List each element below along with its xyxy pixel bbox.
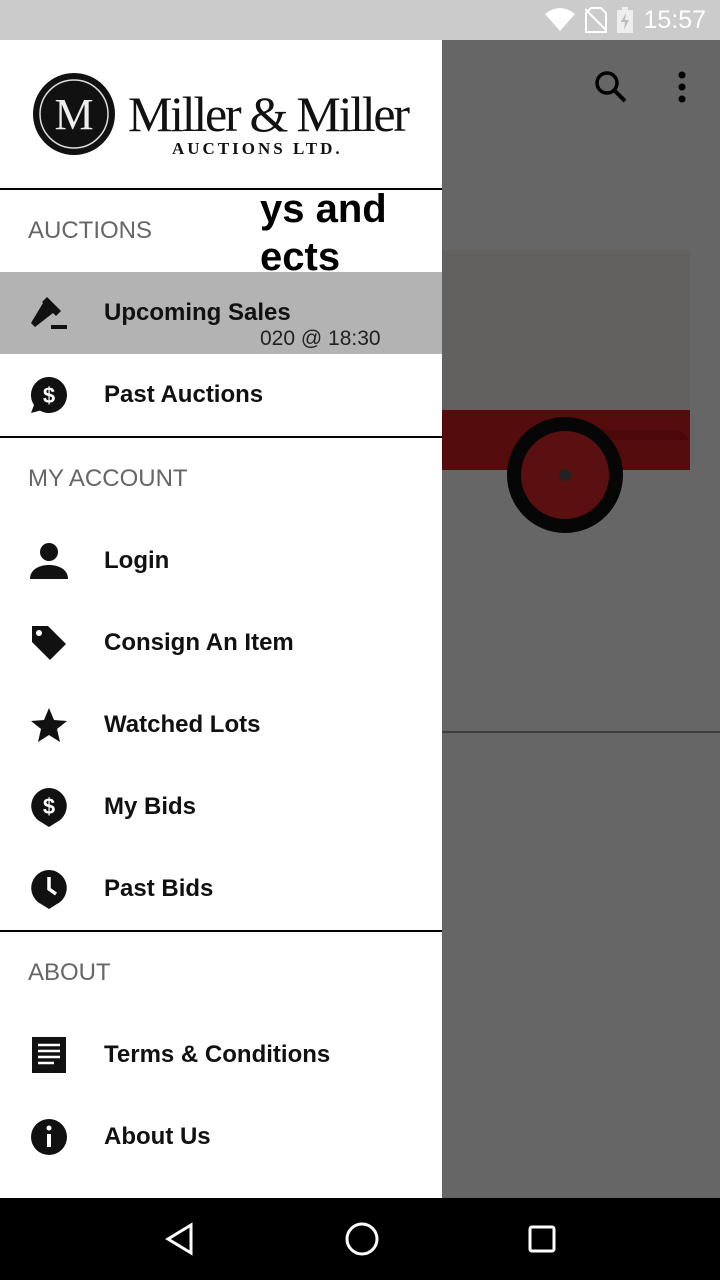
section-header: MY ACCOUNT	[28, 465, 188, 492]
menu-item-label: Login	[104, 547, 170, 574]
info-icon	[28, 1116, 70, 1158]
star-icon	[28, 704, 70, 746]
wifi-icon	[545, 8, 576, 31]
menu-item-watched-lots[interactable]: Watched Lots	[0, 684, 442, 766]
menu-item-past-auctions[interactable]: $ Past Auctions	[0, 354, 442, 436]
menu-item-label: Terms & Conditions	[104, 1041, 331, 1068]
svg-text:Miller & Miller: Miller & Miller	[128, 86, 410, 142]
search-icon[interactable]	[594, 70, 628, 104]
recents-icon[interactable]	[527, 1224, 557, 1254]
clock-pin-icon	[28, 868, 70, 910]
system-navigation-bar	[0, 1198, 720, 1280]
document-icon	[28, 1034, 70, 1076]
tag-icon	[28, 622, 70, 664]
menu-item-login[interactable]: Login	[0, 520, 442, 602]
logo: M Miller & Miller AUCTIONS LTD.	[0, 40, 442, 190]
svg-text:$: $	[43, 794, 55, 819]
menu-item-terms[interactable]: Terms & Conditions	[0, 1014, 442, 1096]
dollar-bubble-icon: $	[28, 374, 70, 416]
menu-item-consign[interactable]: Consign An Item	[0, 602, 442, 684]
svg-text:M: M	[54, 90, 93, 139]
menu-item-about-us[interactable]: About Us	[0, 1096, 442, 1178]
person-icon	[28, 540, 70, 582]
svg-text:$: $	[43, 383, 55, 408]
menu-item-my-bids[interactable]: $ My Bids	[0, 766, 442, 848]
menu-item-label: Past Auctions	[104, 381, 264, 408]
status-bar: 15:57	[0, 0, 720, 40]
section-my-account: MY ACCOUNT Login Consign An Item Watched…	[0, 438, 442, 932]
menu-item-label: About Us	[104, 1123, 211, 1150]
menu-item-past-bids[interactable]: Past Bids	[0, 848, 442, 930]
menu-item-label: Upcoming Sales	[104, 299, 291, 326]
section-header: ABOUT	[28, 959, 111, 986]
dollar-pin-icon: $	[28, 786, 70, 828]
auction-title[interactable]: ys and ects	[260, 185, 387, 281]
gavel-icon	[28, 292, 70, 334]
battery-charging-icon	[617, 7, 634, 33]
auction-date: 020 @ 18:30	[260, 327, 381, 350]
back-icon[interactable]	[163, 1222, 197, 1256]
more-options-icon[interactable]	[672, 70, 692, 104]
menu-item-label: Past Bids	[104, 875, 214, 902]
menu-item-label: Watched Lots	[104, 711, 261, 738]
no-sim-icon	[585, 7, 608, 33]
section-about: ABOUT Terms & Conditions About Us	[0, 932, 442, 1178]
home-icon[interactable]	[344, 1221, 380, 1257]
menu-item-label: Consign An Item	[104, 629, 294, 656]
menu-item-label: My Bids	[104, 793, 197, 820]
svg-text:AUCTIONS LTD.: AUCTIONS LTD.	[172, 139, 343, 158]
clock: 15:57	[643, 5, 706, 34]
